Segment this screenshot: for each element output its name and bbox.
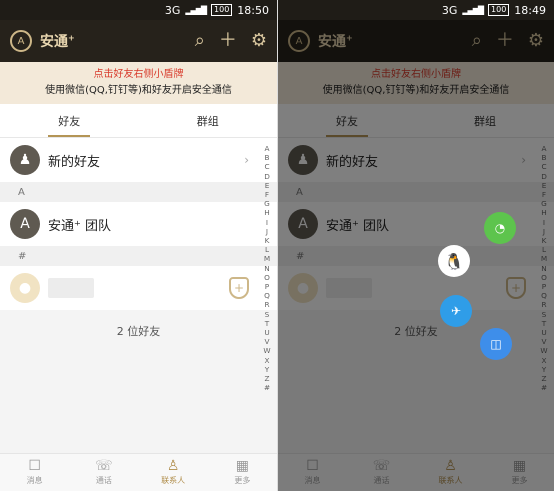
chevron-right-icon: › bbox=[244, 153, 249, 167]
battery-indicator: 100 bbox=[211, 4, 233, 16]
new-friends-label: 新的好友 bbox=[48, 154, 101, 170]
dingtalk-icon[interactable]: ✈ bbox=[440, 295, 472, 327]
friend-count: 2 位好友 bbox=[116, 325, 161, 338]
status-bar: 3G ▂▄▆█ 100 18:49 bbox=[278, 0, 554, 20]
status-bar: 3G ▂▄▆█ 100 18:50 bbox=[0, 0, 277, 20]
signal-icon: ▂▄▆█ bbox=[185, 5, 207, 15]
index-letter[interactable]: H bbox=[264, 208, 270, 217]
section-header-hash: # bbox=[0, 246, 277, 266]
index-letter[interactable]: Z bbox=[265, 374, 270, 383]
share-icon[interactable]: ◫ bbox=[480, 328, 512, 360]
contact-icon: ♙ bbox=[166, 458, 180, 474]
search-icon[interactable]: ⌕ bbox=[195, 32, 205, 50]
index-letter[interactable]: # bbox=[264, 383, 270, 392]
team-label: 安通⁺ 团队 bbox=[48, 218, 111, 234]
index-letter[interactable]: I bbox=[266, 218, 268, 227]
shield-logo-icon: A bbox=[10, 30, 32, 52]
wechat-icon[interactable]: ◔ bbox=[484, 212, 516, 244]
right-screen: 3G ▂▄▆█ 100 18:49 A 安通+ ⌕ ＋ ⚙ 点击好友右侧小盾牌 … bbox=[277, 0, 554, 491]
contact-tabs: 好友 群组 bbox=[0, 104, 277, 138]
app-title: 安通+ bbox=[40, 33, 75, 50]
phone-icon: ☏ bbox=[95, 458, 113, 474]
index-letter[interactable]: Q bbox=[264, 291, 270, 300]
index-letter[interactable]: Y bbox=[265, 365, 269, 374]
index-letter[interactable]: O bbox=[264, 273, 270, 282]
left-screen: 3G ▂▄▆█ 100 18:50 A 安通+ ⌕ ＋ ⚙ 点击好友右侧小盾牌 … bbox=[0, 0, 277, 491]
index-letter[interactable]: V bbox=[265, 337, 270, 346]
index-letter[interactable]: J bbox=[266, 227, 268, 236]
alpha-index[interactable]: ABCDEFGHIJKLMNOPQRSTUVWXYZ# bbox=[261, 144, 273, 392]
contact-list: ♟ 新的好友 › A A 安通⁺ 团队 # ● + 2 位好友 bbox=[0, 138, 277, 352]
network-indicator: 3G bbox=[441, 3, 458, 17]
signal-icon: ▂▄▆█ bbox=[462, 5, 484, 15]
new-friends-icon: ♟ bbox=[10, 145, 40, 175]
clock-time: 18:50 bbox=[237, 3, 269, 17]
banner-line2: 使用微信(QQ,钉钉等)和好友开启安全通信 bbox=[45, 85, 232, 96]
grid-icon: ▦ bbox=[235, 458, 249, 474]
nav-more[interactable]: ▦更多 bbox=[208, 454, 277, 491]
index-letter[interactable]: D bbox=[264, 172, 270, 181]
index-letter[interactable]: C bbox=[264, 162, 269, 171]
dim-overlay[interactable] bbox=[278, 20, 554, 491]
index-letter[interactable]: S bbox=[265, 310, 270, 319]
index-letter[interactable]: G bbox=[264, 199, 270, 208]
index-letter[interactable]: A bbox=[265, 144, 270, 153]
clock-time: 18:49 bbox=[514, 3, 546, 17]
nav-contacts[interactable]: ♙联系人 bbox=[139, 454, 208, 491]
avatar: ● bbox=[10, 273, 40, 303]
network-indicator: 3G bbox=[164, 3, 181, 17]
bottom-nav: ☐消息 ☏通话 ♙联系人 ▦更多 bbox=[0, 453, 277, 491]
plus-icon[interactable]: ＋ bbox=[219, 32, 237, 50]
index-letter[interactable]: X bbox=[265, 356, 270, 365]
index-letter[interactable]: U bbox=[264, 328, 269, 337]
section-header-a: A bbox=[0, 182, 277, 202]
tip-banner: 点击好友右侧小盾牌 使用微信(QQ,钉钉等)和好友开启安全通信 bbox=[0, 62, 277, 104]
qq-icon[interactable]: 🐧 bbox=[438, 245, 470, 277]
index-letter[interactable]: M bbox=[264, 254, 270, 263]
small-shield-icon[interactable]: + bbox=[229, 277, 249, 299]
index-letter[interactable]: E bbox=[265, 181, 270, 190]
nav-messages[interactable]: ☐消息 bbox=[0, 454, 69, 491]
friend-row[interactable]: ● + bbox=[0, 266, 277, 310]
index-letter[interactable]: R bbox=[264, 300, 269, 309]
battery-indicator: 100 bbox=[488, 4, 510, 16]
index-letter[interactable]: F bbox=[265, 190, 269, 199]
redacted-name bbox=[48, 278, 94, 298]
index-letter[interactable]: L bbox=[265, 245, 269, 254]
index-letter[interactable]: B bbox=[264, 153, 269, 162]
nav-calls[interactable]: ☏通话 bbox=[69, 454, 138, 491]
tab-friends[interactable]: 好友 bbox=[0, 104, 139, 137]
index-letter[interactable]: W bbox=[263, 346, 270, 355]
tab-groups[interactable]: 群组 bbox=[139, 104, 278, 137]
message-icon: ☐ bbox=[28, 458, 41, 474]
index-letter[interactable]: T bbox=[265, 319, 269, 328]
index-letter[interactable]: N bbox=[264, 264, 269, 273]
gear-icon[interactable]: ⚙ bbox=[251, 32, 267, 50]
new-friends-row[interactable]: ♟ 新的好友 › bbox=[0, 138, 277, 182]
app-bar: A 安通+ ⌕ ＋ ⚙ bbox=[0, 20, 277, 62]
team-logo-icon: A bbox=[10, 209, 40, 239]
index-letter[interactable]: P bbox=[265, 282, 269, 291]
app-actions: ⌕ ＋ ⚙ bbox=[195, 32, 267, 50]
banner-line1: 点击好友右侧小盾牌 bbox=[93, 69, 184, 80]
index-letter[interactable]: K bbox=[265, 236, 270, 245]
team-row[interactable]: A 安通⁺ 团队 bbox=[0, 202, 277, 246]
